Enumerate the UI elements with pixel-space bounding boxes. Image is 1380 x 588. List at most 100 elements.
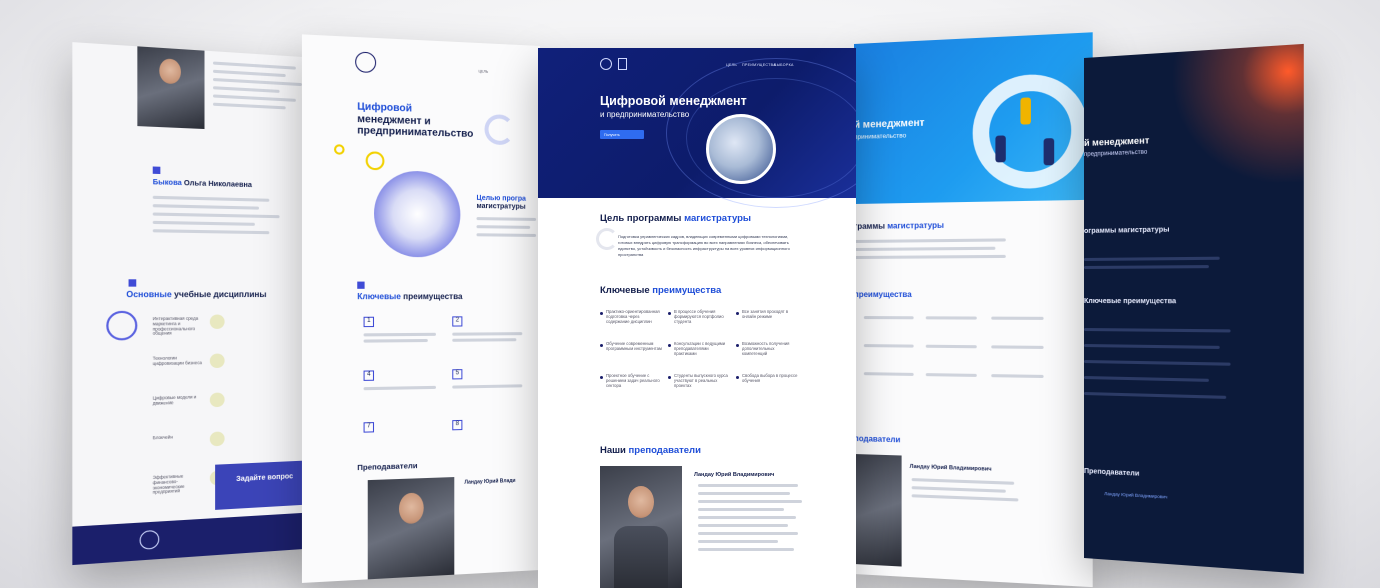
university-logo bbox=[139, 529, 160, 550]
title-line-3: предпринимательство bbox=[357, 125, 474, 141]
goal-rest: магистратуры bbox=[887, 220, 944, 231]
teacher-name: Ландау Юрий Влади bbox=[464, 477, 516, 486]
advantage-number: 1 bbox=[363, 316, 375, 328]
discipline-icon bbox=[209, 314, 225, 330]
teacher-name: Ландау Юрий Владимирович bbox=[909, 463, 992, 473]
advantage-number: 7 bbox=[363, 422, 375, 433]
discipline-item: Блокчейн bbox=[152, 434, 173, 441]
decor-ring bbox=[484, 114, 515, 146]
advantages-title: Ключевые преимущества bbox=[357, 292, 462, 302]
decor-ring bbox=[106, 310, 138, 341]
advantage-item: Обучение современным программным инструм… bbox=[606, 341, 662, 351]
discipline-icon bbox=[209, 392, 225, 408]
teacher-name: Ландау Юрий Владимирович bbox=[1104, 491, 1168, 500]
page-mockup-1: Быкова Ольга Николаевна Основные учебные… bbox=[72, 42, 318, 566]
advantage-item: Свобода выбора в процессе обучения bbox=[742, 373, 798, 383]
presentation-stage: Быкова Ольга Николаевна Основные учебные… bbox=[0, 0, 1380, 588]
nav: ЦЕЛЬ bbox=[478, 69, 489, 74]
adv-title-accent: преимущества bbox=[652, 285, 722, 296]
advantage-number: 5 bbox=[452, 369, 463, 380]
advantage-item: Возможность получения дополнительных ком… bbox=[742, 341, 790, 356]
goal-title-accent: магистратуры bbox=[684, 213, 752, 224]
advantage-number: 4 bbox=[363, 370, 375, 381]
university-logo bbox=[600, 58, 612, 70]
teacher-photo bbox=[137, 46, 205, 130]
advantage-item: Практико-ориентированная подготовка чере… bbox=[606, 309, 660, 324]
ask-title: Задайте вопрос bbox=[236, 473, 294, 484]
hero-illustration bbox=[374, 170, 461, 258]
disciplines-accent: Основные bbox=[126, 289, 172, 300]
figure-illustration bbox=[995, 135, 1006, 163]
hero-section: ЦЕЛЬ ПРЕИМУЩЕСТВА ВЫБОРКА Цифровой менед… bbox=[538, 48, 856, 208]
discipline-item: Эффективные финансово-экономические пред… bbox=[152, 473, 185, 496]
teachers-title: Наши преподаватели bbox=[600, 445, 701, 457]
footer bbox=[72, 512, 318, 566]
goal-text: Подготовка управленческих кадров, владею… bbox=[618, 234, 790, 257]
advantages-title: Ключевые преимущества bbox=[1084, 298, 1177, 306]
hero-section: й менеджмент принимательство bbox=[854, 32, 1093, 205]
hero-subtitle: и предпринимательство bbox=[600, 110, 690, 119]
hero-glow bbox=[1151, 43, 1304, 187]
discipline-item: Цифровые модели и движение bbox=[152, 394, 197, 406]
hero-subtitle: предпринимательство bbox=[1084, 149, 1148, 158]
hero-button[interactable]: Получить bbox=[600, 130, 644, 139]
goal-accent: граммы bbox=[854, 221, 885, 231]
advantage-item: Студенты выпускного курса участвуют в ре… bbox=[674, 373, 728, 388]
advantage-item: Все занятия проходят в онлайн режиме bbox=[742, 309, 789, 319]
discipline-icon bbox=[209, 353, 225, 369]
adv-title-prefix: Ключевые bbox=[600, 285, 650, 296]
page-mockup-5: й менеджмент предпринимательство ограммы… bbox=[1084, 43, 1304, 574]
teacher-name: Ландау Юрий Владимирович bbox=[694, 472, 775, 478]
advantages-title: Ключевые преимущества bbox=[600, 285, 722, 297]
advantage-number: 8 bbox=[452, 419, 463, 431]
hero-title: Цифровой менеджмент и предпринимательств… bbox=[357, 101, 473, 140]
advantage-number: 2 bbox=[452, 316, 463, 327]
page-mockup-2: ЦЕЛЬ Цифровой менеджмент и предпринимате… bbox=[301, 34, 540, 583]
name-rest: Ольга Николаевна bbox=[183, 179, 252, 190]
hero-title: й менеджмент bbox=[1084, 135, 1150, 148]
teacher-name: Быкова Ольга Николаевна bbox=[153, 179, 252, 190]
disciplines-title: Основные учебные дисциплины bbox=[126, 290, 266, 300]
goal-title-prefix: Цель программы bbox=[600, 213, 682, 224]
teacher-jacket bbox=[614, 526, 668, 588]
teacher-photo bbox=[600, 466, 682, 588]
nav-link-advantages[interactable]: ПРЕИМУЩЕСТВА bbox=[742, 63, 776, 67]
adv-rest: преимущества bbox=[403, 291, 463, 302]
goal-title: граммы магистратуры bbox=[854, 221, 944, 231]
hero-title: й менеджмент bbox=[854, 117, 925, 131]
disciplines-rest: учебные дисциплины bbox=[174, 289, 267, 300]
nav-link-selection[interactable]: ВЫБОРКА bbox=[774, 63, 794, 67]
discipline-item: Интерактивная среда маркетинга и професс… bbox=[152, 315, 199, 337]
teachers-title-prefix: Наши bbox=[600, 445, 626, 456]
teacher-photo bbox=[367, 477, 455, 580]
teachers-title: Преподаватели bbox=[1084, 468, 1140, 478]
goal-rest: магистратуры bbox=[476, 202, 526, 211]
hero-subtitle: принимательство bbox=[854, 132, 907, 141]
advantage-item: Проектное обучение с решением задач реал… bbox=[606, 373, 660, 388]
goal-title: Цель программы магистратуры bbox=[600, 213, 752, 225]
accent-square bbox=[357, 281, 365, 289]
advantage-item: Консультации с ведущими преподавателями … bbox=[674, 341, 726, 356]
hero-button-label: Получить bbox=[604, 132, 620, 137]
accent-square bbox=[128, 279, 137, 287]
goal-title: ограммы магистратуры bbox=[1084, 226, 1170, 235]
discipline-icon bbox=[209, 431, 225, 447]
figure-illustration bbox=[1043, 138, 1055, 166]
nav-link-goal[interactable]: ЦЕЛЬ bbox=[726, 63, 737, 67]
teacher-face bbox=[628, 486, 654, 518]
decor-ring bbox=[596, 228, 618, 250]
page-mockup-center: ЦЕЛЬ ПРЕИМУЩЕСТВА ВЫБОРКА Цифровой менед… bbox=[538, 48, 856, 588]
name-accent: Быкова bbox=[152, 179, 182, 188]
teacher-photo bbox=[854, 454, 902, 567]
teachers-title: подаватели bbox=[854, 434, 901, 445]
advantages-title: преимущества bbox=[854, 289, 912, 300]
advantage-item: В процессе обучения формируются портфоли… bbox=[674, 309, 724, 324]
hero-ring bbox=[972, 72, 1089, 190]
figure-illustration bbox=[1020, 97, 1031, 125]
discipline-item: Технологии цифровизации бизнеса bbox=[152, 355, 202, 366]
adv-accent: Ключевые bbox=[357, 291, 401, 302]
hero-photo-circle bbox=[706, 114, 776, 184]
university-logo bbox=[355, 51, 377, 74]
teacher-face bbox=[159, 58, 181, 85]
decor-ring bbox=[365, 151, 385, 171]
